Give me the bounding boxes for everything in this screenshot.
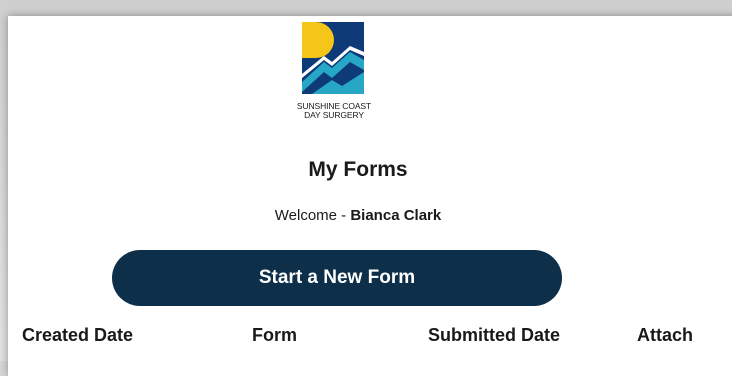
user-name: Bianca Clark bbox=[350, 207, 442, 224]
logo-mark-icon bbox=[302, 22, 364, 94]
logo: SUNSHINE COAST DAY SURGERY bbox=[284, 22, 384, 142]
column-header-attach[interactable]: Attach bbox=[637, 325, 693, 346]
logo-text: SUNSHINE COAST DAY SURGERY bbox=[284, 102, 384, 120]
logo-line-2: DAY SURGERY bbox=[304, 110, 364, 120]
forms-table-header: Created Date Form Submitted Date Attach bbox=[0, 325, 732, 355]
welcome-prefix: Welcome - bbox=[274, 207, 351, 224]
page-title: My Forms bbox=[308, 158, 408, 181]
column-header-created-date[interactable]: Created Date bbox=[22, 325, 133, 346]
start-new-form-button[interactable]: Start a New Form bbox=[112, 250, 562, 306]
column-header-form[interactable]: Form bbox=[252, 325, 297, 346]
welcome-message: Welcome - Bianca Clark bbox=[0, 207, 724, 224]
column-header-submitted-date[interactable]: Submitted Date bbox=[428, 325, 560, 346]
